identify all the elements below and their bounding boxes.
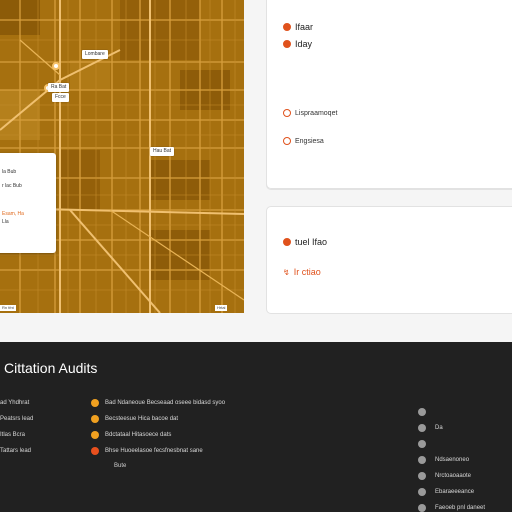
- list-item[interactable]: Bdctataal Hitasoece dats: [91, 431, 171, 439]
- top-section: Lombare Ra Bat Hau Bat Fcce la Bub r lac…: [0, 0, 512, 342]
- list-item[interactable]: Nrctoaoaaote: [418, 472, 471, 480]
- citation-audits-panel: Cittation Audits ad Yhdhrat Peatsrs lead…: [0, 342, 512, 512]
- list-item-label: Bdctataal Hitasoece dats: [105, 432, 172, 438]
- map-attribution[interactable]: Rn tfnt: [0, 305, 16, 311]
- list-item-label: Ndsaenoneo: [435, 457, 470, 463]
- popup-line: Esam, Ha: [2, 211, 24, 217]
- status-dot-icon: [418, 456, 426, 464]
- map-label[interactable]: Fcce: [52, 93, 69, 102]
- status-dot-icon: [91, 447, 99, 455]
- status-dot-icon: [418, 472, 426, 480]
- status-dot-icon: [418, 424, 426, 432]
- popup-line: r lac Bub: [2, 183, 22, 189]
- card-item[interactable]: Engsiesa: [283, 137, 324, 145]
- map-label[interactable]: Ra Bat: [48, 83, 70, 92]
- list-item[interactable]: Peatsrs lead: [0, 416, 33, 422]
- list-item-label: Da: [435, 425, 443, 431]
- card-item-label: tuel Ifao: [295, 237, 328, 247]
- popup-line: la Bub: [2, 169, 17, 175]
- card-item-label: Engsiesa: [295, 137, 324, 145]
- list-item-label: Ebaraeeeance: [435, 489, 475, 495]
- map-view[interactable]: Lombare Ra Bat Hau Bat Fcce la Bub r lac…: [0, 0, 244, 313]
- panel-title: Cittation Audits: [4, 360, 98, 376]
- map-label[interactable]: Hau Bat: [150, 147, 175, 156]
- card-item-label: Lispraamoqet: [295, 109, 338, 117]
- map-info-popup[interactable]: la Bub r lac Bub Esam, Ha Lla: [0, 153, 56, 253]
- list-item[interactable]: Faeoeb pnl daneet: [418, 504, 485, 512]
- status-dot-icon: [418, 488, 426, 496]
- map-label[interactable]: Lombare: [82, 50, 108, 59]
- status-dot-icon: [283, 40, 291, 48]
- list-item[interactable]: ad Yhdhrat: [0, 400, 29, 406]
- list-item-label: Bad Ndaneoue Becseaad oseee bidasd syoo: [105, 400, 226, 406]
- card-item[interactable]: Ifaar: [283, 22, 313, 32]
- map-pin-icon[interactable]: [52, 62, 60, 70]
- list-item[interactable]: Becsteesue Hica bacoe dat: [91, 415, 178, 423]
- status-dot-icon: [283, 137, 291, 145]
- list-item-label: Becsteesue Hica bacoe dat: [105, 416, 179, 422]
- arrow-icon: ↯: [283, 267, 290, 277]
- list-item[interactable]: Ndsaenoneo: [418, 456, 469, 464]
- info-card: tuel Ifao ↯ Ir ctiao: [266, 206, 512, 314]
- list-item[interactable]: Itlas Bcra: [0, 432, 25, 438]
- status-dot-icon: [418, 504, 426, 512]
- list-item-label: Nrctoaoaaote: [435, 473, 472, 479]
- list-item[interactable]: Da: [418, 424, 443, 432]
- map-attribution[interactable]: Hrtal: [215, 305, 228, 311]
- list-item[interactable]: [418, 440, 435, 448]
- list-item[interactable]: Bhse Huoeelasoe fecsfnesbnat sane: [91, 447, 203, 455]
- card-item-label: Ifaar: [295, 22, 314, 32]
- card-item[interactable]: Lispraamoqet: [283, 109, 337, 117]
- status-dot-icon: [418, 440, 426, 448]
- card-item[interactable]: Iday: [283, 39, 312, 49]
- popup-line: Lla: [2, 219, 9, 225]
- status-dot-icon: [91, 415, 99, 423]
- status-dot-icon: [418, 408, 426, 416]
- info-card: Lispraamoqet Engsiesa: [266, 104, 512, 189]
- list-item-label: Bhse Huoeelasoe fecsfnesbnat sane: [105, 448, 203, 454]
- status-dot-icon: [91, 399, 99, 407]
- list-item[interactable]: Bad Ndaneoue Becseaad oseee bidasd syoo: [91, 399, 225, 407]
- list-item[interactable]: Tattars lead: [0, 448, 31, 454]
- card-item[interactable]: ↯ Ir ctiao: [283, 267, 321, 277]
- list-item[interactable]: [418, 408, 435, 416]
- list-note: Bute: [114, 463, 127, 469]
- card-item-label: Ir ctiao: [293, 267, 321, 277]
- list-item[interactable]: Ebaraeeeance: [418, 488, 474, 496]
- status-dot-icon: [91, 431, 99, 439]
- status-dot-icon: [283, 109, 291, 117]
- card-item-label: Iday: [295, 39, 313, 49]
- list-item-label: Faeoeb pnl daneet: [435, 505, 486, 511]
- status-dot-icon: [283, 238, 291, 246]
- card-item[interactable]: tuel Ifao: [283, 237, 327, 247]
- status-dot-icon: [283, 23, 291, 31]
